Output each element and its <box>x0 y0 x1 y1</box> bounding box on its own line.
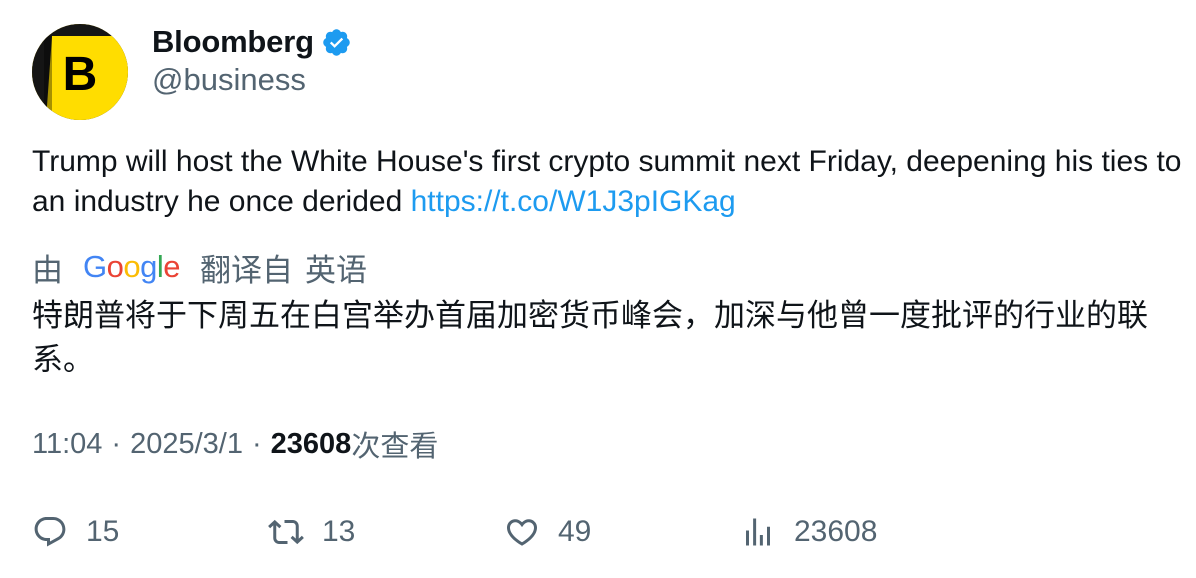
views-count: 23608 <box>270 427 352 460</box>
views-chart-icon <box>746 518 770 546</box>
heart-icon <box>506 519 538 546</box>
like-count: 49 <box>558 515 592 548</box>
author-name-row: Bloomberg <box>152 22 352 62</box>
source-language: 英语 <box>305 252 368 288</box>
views-action-count: 23608 <box>794 515 878 548</box>
verified-badge-icon[interactable] <box>321 27 352 58</box>
tweet-meta: 11:04 · 2025/3/1 · 23608 次查看 <box>32 424 438 464</box>
reply-count: 15 <box>86 515 120 548</box>
avatar-letter: B <box>63 48 98 101</box>
retweet-button[interactable]: 13 <box>268 508 355 556</box>
views-label: 次查看 <box>351 431 439 463</box>
retweet-count: 13 <box>322 515 356 548</box>
tweet-link[interactable]: https://t.co/W1J3pIGKag <box>411 185 736 218</box>
views-button[interactable]: 23608 <box>740 508 877 556</box>
translated-by-prefix: 由 <box>32 252 63 288</box>
like-button[interactable]: 49 <box>504 508 591 556</box>
meta-separator: · <box>111 427 122 460</box>
avatar[interactable]: B <box>32 24 128 120</box>
translated-text: 特朗普将于下周五在白宫举办首届加密货币峰会，加深与他曾一度批评的行业的联系。 <box>32 298 1148 377</box>
google-logo-icon[interactable]: Google <box>83 249 181 285</box>
meta-separator: · <box>251 427 262 460</box>
translated-from-label: 翻译自 <box>200 252 294 288</box>
translation-attribution: 由 Google 翻译自 英语 <box>32 247 368 288</box>
reply-icon <box>34 517 66 547</box>
tweet-text: Trump will host the White House's first … <box>32 142 1182 222</box>
author-name[interactable]: Bloomberg <box>152 24 314 60</box>
action-bar: 15 13 49 23608 <box>0 508 1196 556</box>
author-handle[interactable]: @business <box>152 62 306 98</box>
tweet-date[interactable]: 2025/3/1 <box>130 428 243 461</box>
reply-button[interactable]: 15 <box>32 508 119 556</box>
tweet-time[interactable]: 11:04 <box>32 428 102 461</box>
bloomberg-logo-icon: B <box>32 24 128 120</box>
retweet-icon <box>268 519 304 545</box>
